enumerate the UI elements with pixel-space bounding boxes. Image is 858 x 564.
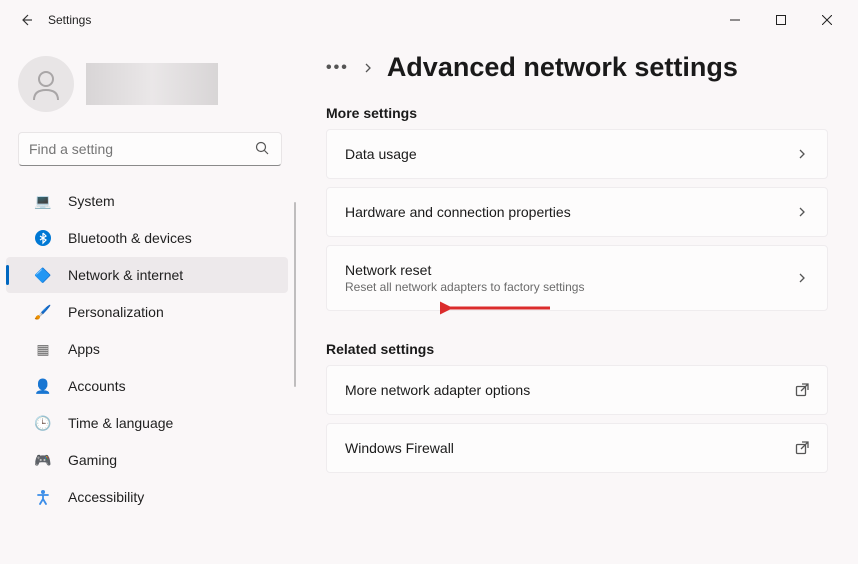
search-input[interactable] [29,141,255,157]
nav-icon: 👤 [34,377,52,395]
sidebar: 💻 System Bluetooth & devices 🔷 Network & int… [0,40,300,564]
sidebar-item-personalization[interactable]: 🖌️ Personalization [6,294,288,330]
nav-label: Network & internet [68,267,183,283]
nav-label: Apps [68,341,100,357]
app-title: Settings [48,13,91,27]
sidebar-item-network-internet[interactable]: 🔷 Network & internet [6,257,288,293]
nav-list[interactable]: 💻 System Bluetooth & devices 🔷 Network & int… [0,178,300,564]
nav-label: System [68,193,115,209]
nav-icon: 🔷 [34,266,52,284]
settings-card-more-network-adapter-options[interactable]: More network adapter options [326,365,828,415]
nav-icon: 🖌️ [34,303,52,321]
main-content: ••• Advanced network settings More setti… [300,40,858,564]
nav-icon [34,229,52,247]
settings-card-network-reset[interactable]: Network reset Reset all network adapters … [326,245,828,311]
search-input-wrap[interactable] [18,132,282,166]
nav-label: Time & language [68,415,173,431]
chevron-right-icon [795,271,809,285]
nav-icon [34,488,52,506]
breadcrumb: ••• Advanced network settings [326,52,828,83]
nav-label: Accessibility [68,489,144,505]
chevron-right-icon [795,147,809,161]
settings-card-windows-firewall[interactable]: Windows Firewall [326,423,828,473]
card-title: Windows Firewall [345,440,795,456]
sidebar-item-apps[interactable]: ▦ Apps [6,331,288,367]
page-title: Advanced network settings [387,52,738,83]
card-title: Hardware and connection properties [345,204,795,220]
sidebar-item-accessibility[interactable]: Accessibility [6,479,288,515]
nav-label: Accounts [68,378,126,394]
nav-icon: 💻 [34,192,52,210]
nav-label: Gaming [68,452,117,468]
maximize-button[interactable] [758,5,804,35]
sidebar-item-system[interactable]: 💻 System [6,183,288,219]
external-link-icon [795,383,809,397]
section-header: More settings [326,105,828,121]
window-controls [712,5,850,35]
chevron-right-icon [363,60,373,76]
nav-icon: ▦ [34,340,52,358]
search-icon [255,141,271,157]
titlebar: Settings [0,0,858,40]
minimize-button[interactable] [712,5,758,35]
sidebar-item-gaming[interactable]: 🎮 Gaming [6,442,288,478]
scroll-indicator [294,202,296,387]
settings-card-hardware-and-connection-properties[interactable]: Hardware and connection properties [326,187,828,237]
nav-icon: 🕒 [34,414,52,432]
card-title: More network adapter options [345,382,795,398]
card-subtitle: Reset all network adapters to factory se… [345,280,795,294]
card-title: Data usage [345,146,795,162]
user-name-redacted [86,63,218,105]
settings-card-data-usage[interactable]: Data usage [326,129,828,179]
close-button[interactable] [804,5,850,35]
sidebar-item-accounts[interactable]: 👤 Accounts [6,368,288,404]
sidebar-item-time-language[interactable]: 🕒 Time & language [6,405,288,441]
breadcrumb-ellipsis[interactable]: ••• [326,59,349,77]
sidebar-item-bluetooth-devices[interactable]: Bluetooth & devices [6,220,288,256]
nav-label: Personalization [68,304,164,320]
nav-label: Bluetooth & devices [68,230,192,246]
chevron-right-icon [795,205,809,219]
section-header: Related settings [326,341,828,357]
back-button[interactable] [16,10,36,30]
external-link-icon [795,441,809,455]
nav-icon: 🎮 [34,451,52,469]
user-account-block[interactable] [0,48,300,126]
card-title: Network reset [345,262,795,278]
avatar [18,56,74,112]
